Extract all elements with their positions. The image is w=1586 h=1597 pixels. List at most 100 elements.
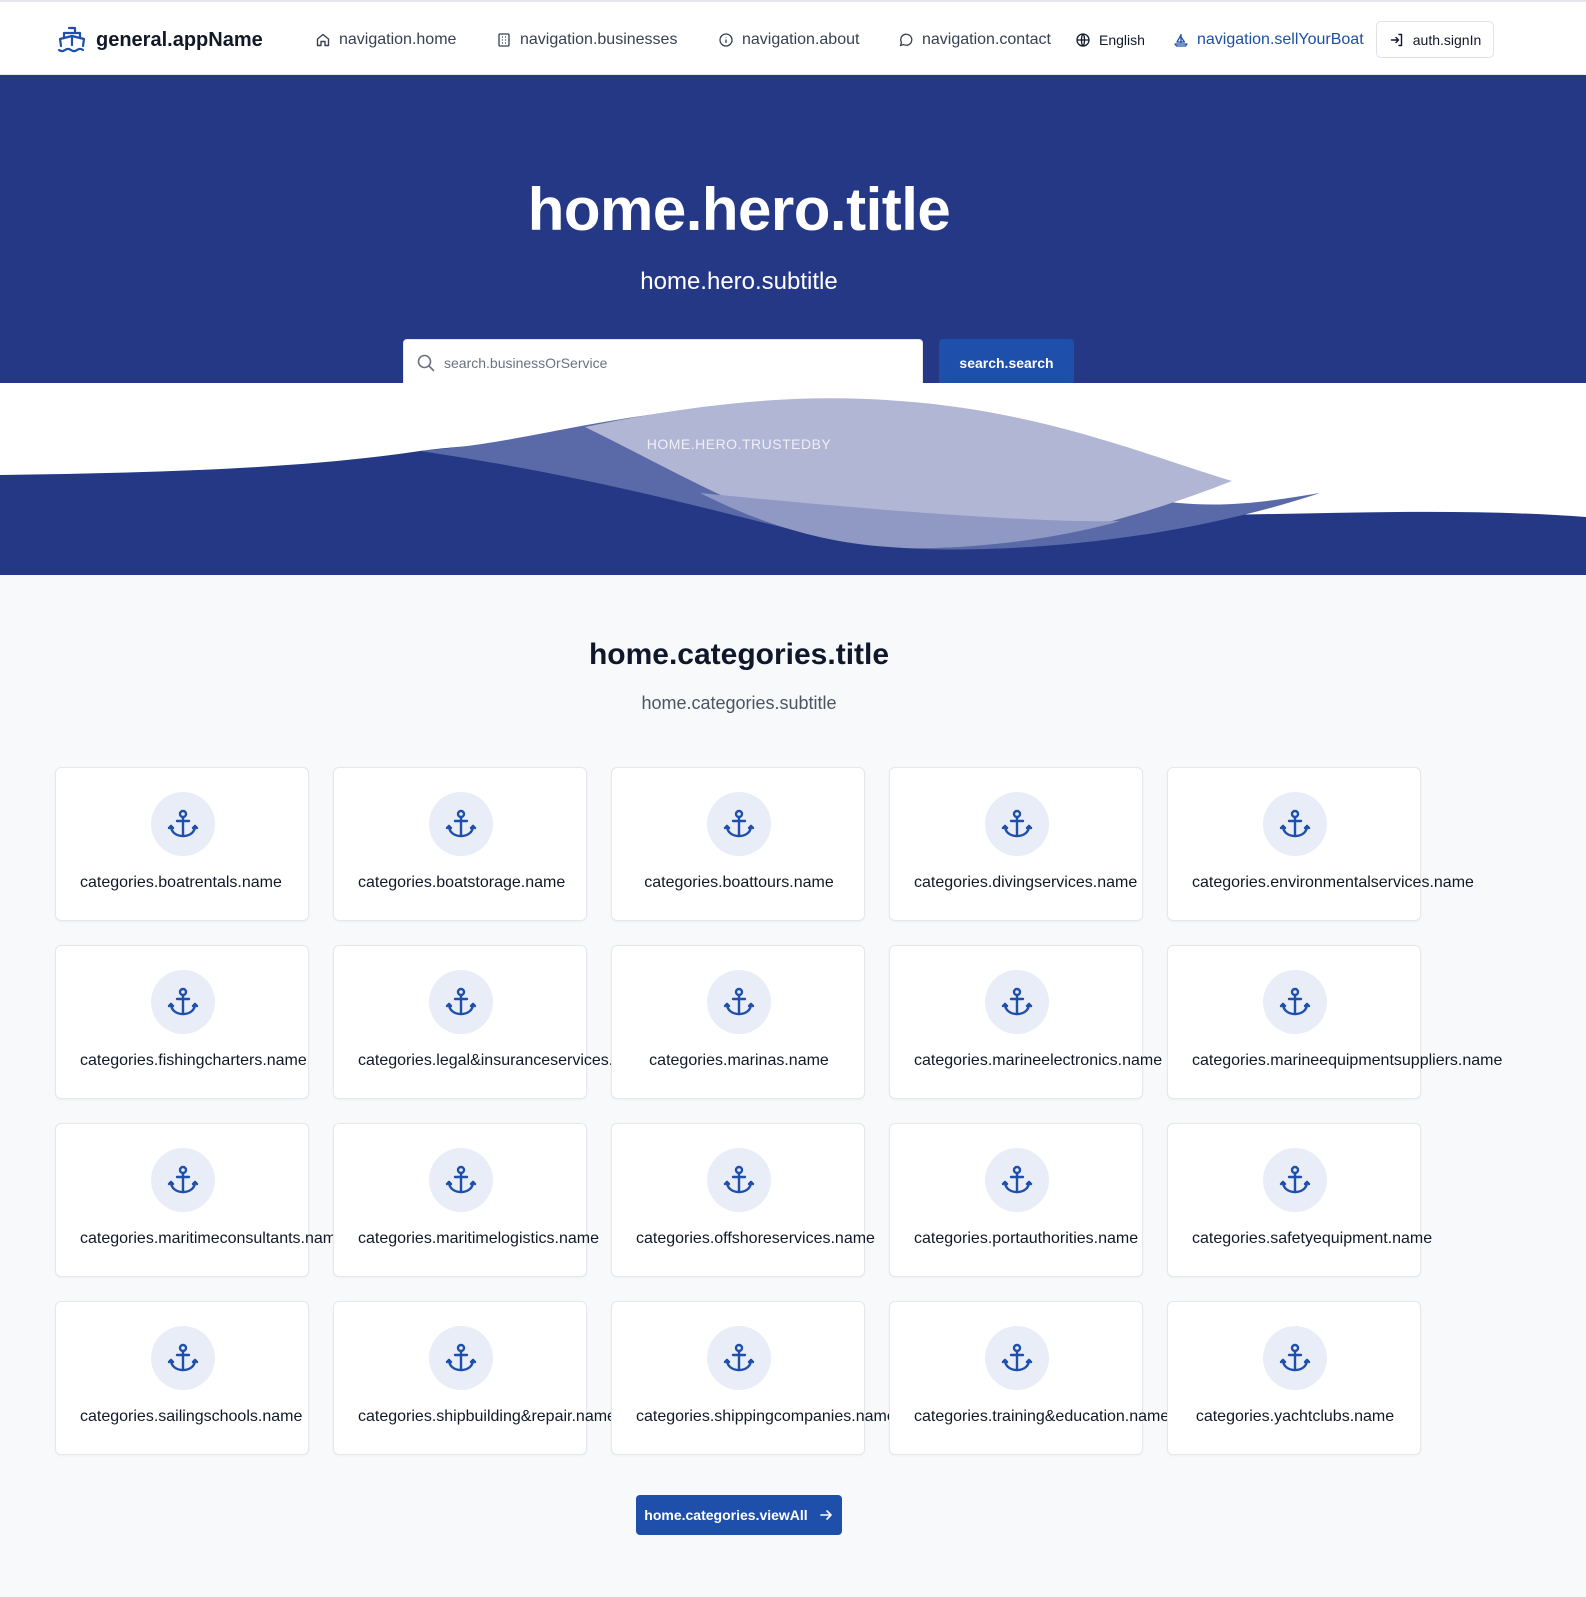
anchor-icon: [1279, 987, 1311, 1016]
category-icon-badge: [429, 1148, 493, 1212]
nav-contact-label: navigation.contact: [922, 31, 1051, 48]
anchor-icon: [1279, 809, 1311, 838]
anchor-icon: [167, 987, 199, 1016]
category-icon-badge: [707, 970, 771, 1034]
category-icon-badge: [429, 1326, 493, 1390]
category-card[interactable]: categories.environmentalservices.name: [1167, 767, 1474, 921]
search-button[interactable]: search.search: [939, 339, 1074, 387]
category-icon-badge: [151, 1326, 215, 1390]
categories-title: home.categories.title: [588, 638, 890, 671]
wave-decoration: [0, 383, 1586, 575]
app-name: general.appName: [96, 28, 263, 51]
sailboat-icon: [1174, 34, 1188, 47]
building-icon: [498, 33, 510, 47]
nav-sell-boat[interactable]: navigation.sellYourBoat: [1173, 26, 1364, 54]
brand-logo-link[interactable]: general.appName: [56, 22, 263, 58]
category-card[interactable]: categories.maritimeconsultants.name: [55, 1123, 345, 1277]
anchor-icon: [1279, 1165, 1311, 1194]
category-card[interactable]: categories.marineelectronics.name: [889, 945, 1162, 1099]
nav-about-label: navigation.about: [742, 31, 860, 48]
site-header: general.appName navigation.home navigati…: [0, 0, 1586, 75]
anchor-icon: [167, 809, 199, 838]
category-card[interactable]: categories.marinas.name: [611, 945, 865, 1099]
language-label: English: [1099, 32, 1145, 48]
sign-in-label: auth.signIn: [1412, 31, 1482, 48]
category-card[interactable]: categories.boatrentals.name: [55, 767, 309, 921]
category-icon-badge: [429, 970, 493, 1034]
anchor-icon: [445, 1343, 477, 1372]
search-field[interactable]: [403, 339, 923, 387]
anchor-icon: [1279, 1343, 1311, 1372]
category-card[interactable]: categories.training&education.name: [889, 1301, 1169, 1455]
category-label: categories.maritimelogistics.name: [358, 1230, 599, 1247]
category-label: categories.sailingschools.name: [80, 1408, 303, 1425]
search-icon: [417, 354, 435, 372]
category-label: categories.marinas.name: [649, 1052, 829, 1069]
category-card[interactable]: categories.shippingcompanies.name: [611, 1301, 896, 1455]
category-icon-badge: [429, 792, 493, 856]
category-icon-badge: [1263, 1148, 1327, 1212]
nav-contact[interactable]: navigation.contact: [898, 26, 1051, 54]
globe-icon: [1076, 33, 1090, 47]
category-icon-badge: [707, 1148, 771, 1212]
search-input[interactable]: [444, 355, 904, 371]
anchor-icon: [445, 1165, 477, 1194]
view-all-categories-button[interactable]: home.categories.viewAll: [636, 1495, 842, 1535]
category-card[interactable]: categories.shipbuilding&repair.name: [333, 1301, 616, 1455]
category-label: categories.marineelectronics.name: [914, 1052, 1163, 1069]
category-icon-badge: [151, 970, 215, 1034]
categories-subtitle: home.categories.subtitle: [641, 693, 837, 713]
category-label: categories.shipbuilding&repair.name: [358, 1408, 616, 1425]
category-label: categories.boattours.name: [644, 874, 834, 891]
category-label: categories.offshoreservices.name: [636, 1230, 875, 1247]
category-card[interactable]: categories.fishingcharters.name: [55, 945, 309, 1099]
category-card[interactable]: categories.boatstorage.name: [333, 767, 587, 921]
category-card[interactable]: categories.marineequipmentsuppliers.name: [1167, 945, 1502, 1099]
category-icon-badge: [985, 1148, 1049, 1212]
category-icon-badge: [707, 792, 771, 856]
category-card[interactable]: categories.divingservices.name: [889, 767, 1143, 921]
login-icon: [1390, 33, 1402, 46]
category-label: categories.marineequipmentsuppliers.name: [1192, 1052, 1503, 1069]
category-card[interactable]: categories.yachtclubs.name: [1167, 1301, 1421, 1455]
category-card[interactable]: categories.sailingschools.name: [55, 1301, 309, 1455]
nav-businesses-label: navigation.businesses: [520, 31, 678, 48]
anchor-icon: [1001, 987, 1033, 1016]
category-label: categories.environmentalservices.name: [1192, 874, 1474, 891]
category-card[interactable]: categories.legal&insuranceservices.name: [333, 945, 653, 1099]
nav-about[interactable]: navigation.about: [718, 26, 859, 54]
anchor-icon: [167, 1165, 199, 1194]
category-icon-badge: [985, 1326, 1049, 1390]
language-selector[interactable]: English: [1075, 26, 1145, 54]
anchor-icon: [1001, 1165, 1033, 1194]
category-icon-badge: [1263, 792, 1327, 856]
category-icon-badge: [1263, 1326, 1327, 1390]
category-label: categories.maritimeconsultants.name: [80, 1230, 346, 1247]
category-card[interactable]: categories.boattours.name: [611, 767, 865, 921]
category-card[interactable]: categories.maritimelogistics.name: [333, 1123, 599, 1277]
anchor-icon: [723, 987, 755, 1016]
category-card[interactable]: categories.portauthorities.name: [889, 1123, 1143, 1277]
category-label: categories.portauthorities.name: [914, 1230, 1139, 1247]
category-label: categories.shippingcompanies.name: [636, 1408, 896, 1425]
hero-title: home.hero.title: [527, 176, 951, 243]
anchor-icon: [167, 1343, 199, 1372]
category-card[interactable]: categories.safetyequipment.name: [1167, 1123, 1432, 1277]
category-label: categories.fishingcharters.name: [80, 1052, 307, 1069]
category-card[interactable]: categories.offshoreservices.name: [611, 1123, 875, 1277]
category-icon-badge: [985, 970, 1049, 1034]
nav-home[interactable]: navigation.home: [315, 26, 456, 54]
category-icon-badge: [1263, 970, 1327, 1034]
category-label: categories.yachtclubs.name: [1195, 1408, 1395, 1425]
arrow-right-icon: [819, 1510, 832, 1520]
anchor-icon: [445, 987, 477, 1016]
sign-in-button[interactable]: auth.signIn: [1376, 21, 1494, 58]
category-label: categories.legal&insuranceservices.name: [358, 1052, 654, 1069]
categories-grid: categories.boatrentals.name categories.bo…: [55, 767, 1502, 1455]
category-label: categories.training&education.name: [914, 1408, 1170, 1425]
nav-home-label: navigation.home: [339, 31, 457, 48]
info-icon: [719, 33, 733, 47]
nav-businesses[interactable]: navigation.businesses: [496, 26, 677, 54]
category-icon-badge: [151, 792, 215, 856]
home-icon: [316, 33, 330, 47]
